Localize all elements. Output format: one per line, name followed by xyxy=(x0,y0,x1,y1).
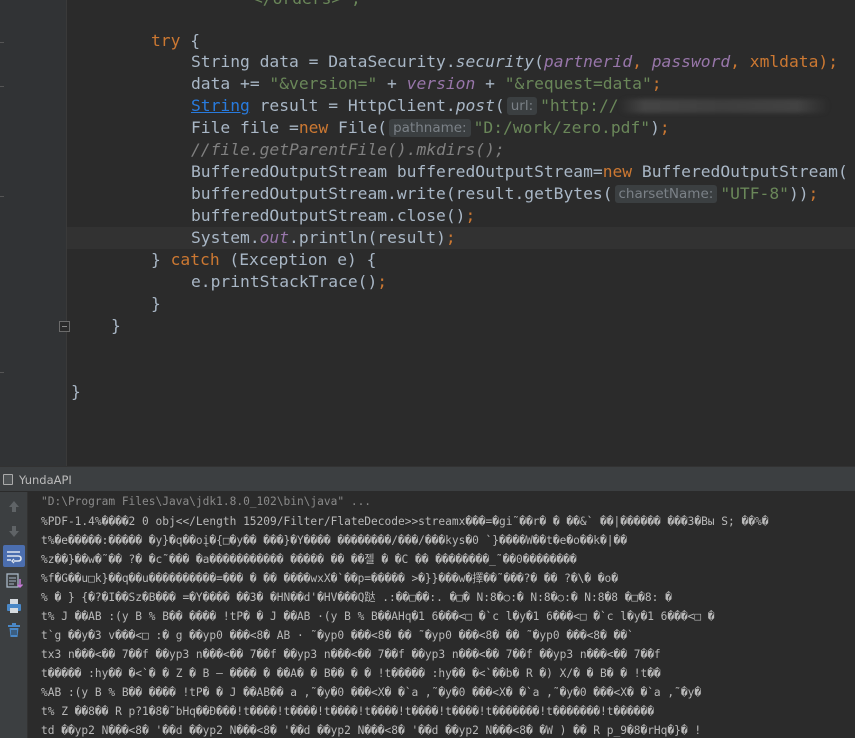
scroll-to-end-icon[interactable] xyxy=(3,570,25,592)
code-editor[interactable]: </orders>"; try { String data = DataSecu… xyxy=(0,0,855,466)
code-line: e.printStackTrace(); xyxy=(191,272,388,291)
arrow-down-icon[interactable] xyxy=(3,520,25,542)
editor-gutter xyxy=(0,0,66,466)
code-line: String data = DataSecurity.security(part… xyxy=(191,52,839,71)
console-line: t% Z ��8�� R p?1�8�˜bHq��Ð���!t����!t���… xyxy=(41,705,654,718)
parameter-hint: url: xyxy=(506,97,538,115)
run-panel-title: YundaAPI xyxy=(19,473,72,487)
trash-icon[interactable] xyxy=(3,619,25,641)
margin-mark xyxy=(0,196,4,197)
console-line: t% J ��AB :(y B % B�� ���� !tP� � J ��AB… xyxy=(41,610,715,623)
soft-wrap-icon[interactable] xyxy=(3,545,25,567)
code-line: bufferedOutputStream.close(); xyxy=(191,206,476,225)
code-line: } xyxy=(151,294,161,313)
console-line: %AB :(y B % B�� ���� !tP� � J ��AB�� a ,… xyxy=(41,686,702,699)
code-line: System.out.println(result); xyxy=(191,228,456,247)
code-line: data += "&version=" + version + "&reques… xyxy=(191,74,662,93)
console-line: t`g ��y�3 v���<□ :� g ��yp0 ���<8� AB · … xyxy=(41,629,634,642)
console-line: td ��yp2 N���<8� '��d ��yp2 N���<8� '��d… xyxy=(41,724,702,737)
code-line: } catch (Exception e) { xyxy=(151,250,377,269)
parameter-hint: charsetName: xyxy=(614,185,718,203)
parameter-hint: pathname: xyxy=(389,119,471,137)
code-line: } xyxy=(111,316,121,335)
console-line: tx3 n���<�� 7��f ��yp3 n���<�� 7��f ��yp… xyxy=(41,648,661,661)
run-toolbar xyxy=(0,492,28,738)
console-output[interactable]: "D:\Program Files\Java\jdk1.8.0_102\bin\… xyxy=(28,492,855,738)
print-icon[interactable] xyxy=(3,595,25,617)
fold-marker-icon[interactable] xyxy=(59,321,70,332)
console-line: t%�e�����:����� �y}�q��oį�{□�y�� ���}�Y�… xyxy=(41,534,627,547)
code-line: } xyxy=(71,382,81,401)
code-line: bufferedOutputStream.write(result.getByt… xyxy=(191,184,819,203)
code-line: </orders>"; xyxy=(253,0,361,10)
console-line: "D:\Program Files\Java\jdk1.8.0_102\bin\… xyxy=(41,495,372,508)
console-line: % � } {�?�I��Sz�B��� =�Y���� ��3� �HN��d… xyxy=(41,591,672,604)
code-line: //file.getParentFile().mkdirs(); xyxy=(191,140,505,159)
redacted-url xyxy=(618,99,829,113)
margin-mark xyxy=(0,372,4,373)
current-line-highlight xyxy=(67,227,855,249)
margin-mark xyxy=(0,42,4,43)
arrow-up-icon[interactable] xyxy=(3,496,25,518)
console-line: %z��}��w�˜�� ?� �c˜��� �a����������� ���… xyxy=(41,553,577,566)
margin-mark xyxy=(0,86,4,87)
run-panel-header[interactable]: YundaAPI xyxy=(0,466,855,492)
code-line: BufferedOutputStream bufferedOutputStrea… xyxy=(191,162,848,181)
code-line: File file =new File(pathname: "D:/work/ze… xyxy=(191,118,670,137)
code-line: String result = HttpClient.post(url: "htt… xyxy=(191,95,829,117)
console-line: t����� :hy�� �<`� � Z � B – ���� � ��A� … xyxy=(41,667,661,680)
code-line: try { xyxy=(151,31,201,50)
run-config-icon xyxy=(3,474,13,485)
console-line: %PDF-1.4%����2 0 obj<</Length 15209/Filt… xyxy=(41,515,769,528)
console-line: %f�G��u□k}��q��u����������=��� � �� ����… xyxy=(41,572,618,585)
